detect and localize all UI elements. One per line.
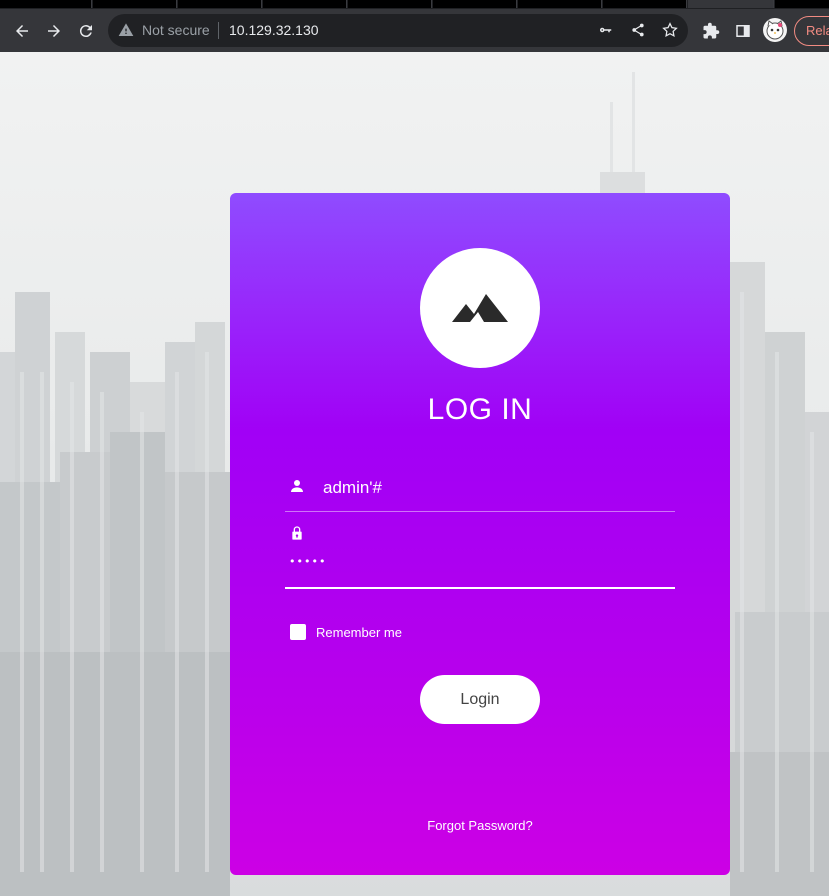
extensions-button[interactable] xyxy=(699,19,723,43)
forgot-password-link[interactable]: Forgot Password? xyxy=(230,818,730,833)
tab-strip xyxy=(0,0,829,9)
username-input[interactable] xyxy=(323,476,663,500)
page-title: LOG IN xyxy=(427,393,533,426)
profile-avatar[interactable] xyxy=(763,18,787,42)
puzzle-icon xyxy=(703,22,720,39)
password-field[interactable]: ••••• xyxy=(285,515,675,589)
relaunch-button[interactable]: Rela xyxy=(794,16,829,46)
security-label[interactable]: Not secure xyxy=(142,22,210,38)
warning-triangle-icon[interactable] xyxy=(118,22,134,38)
arrow-right-icon xyxy=(48,25,60,37)
remember-checkbox[interactable] xyxy=(290,624,306,640)
logo xyxy=(420,248,540,368)
browser-tab[interactable] xyxy=(775,0,829,8)
username-field[interactable] xyxy=(285,468,675,512)
address-bar[interactable]: Not secure 10.129.32.130 xyxy=(108,14,688,47)
browser-tab[interactable] xyxy=(348,0,432,8)
browser-tab[interactable] xyxy=(433,0,517,8)
active-tab[interactable] xyxy=(688,0,774,8)
reload-icon xyxy=(79,25,92,38)
back-button[interactable] xyxy=(10,19,34,43)
browser-toolbar: Not secure 10.129.32.130 Rela xyxy=(0,9,829,52)
side-panel-icon xyxy=(736,25,750,37)
url-text[interactable]: 10.129.32.130 xyxy=(229,22,319,38)
cat-avatar-icon xyxy=(766,20,784,40)
reload-button[interactable] xyxy=(74,19,98,43)
page-background: LOG IN ••••• Remember me Login Forgot Pa… xyxy=(0,52,829,896)
login-button[interactable]: Login xyxy=(420,675,540,724)
mountain-icon xyxy=(452,294,508,322)
star-icon[interactable] xyxy=(661,21,679,39)
arrow-left-icon xyxy=(16,25,28,37)
side-panel-button[interactable] xyxy=(731,19,755,43)
browser-tab[interactable] xyxy=(518,0,602,8)
lock-icon xyxy=(292,526,302,540)
key-icon[interactable] xyxy=(597,21,615,39)
share-icon[interactable] xyxy=(629,21,647,39)
login-card: LOG IN ••••• Remember me Login Forgot Pa… xyxy=(230,193,730,875)
remember-label[interactable]: Remember me xyxy=(316,625,402,640)
browser-tab[interactable] xyxy=(0,0,92,8)
browser-tab[interactable] xyxy=(263,0,347,8)
divider xyxy=(218,22,219,39)
browser-tab[interactable] xyxy=(603,0,687,8)
remember-me[interactable]: Remember me xyxy=(290,624,402,640)
user-icon xyxy=(291,480,303,492)
browser-tab[interactable] xyxy=(93,0,177,8)
browser-tab[interactable] xyxy=(178,0,262,8)
forward-button[interactable] xyxy=(42,19,66,43)
password-input[interactable]: ••••• xyxy=(289,555,326,568)
